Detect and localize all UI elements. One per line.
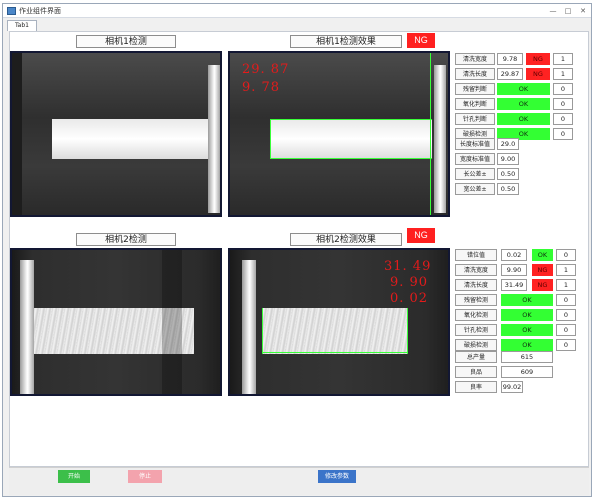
- camera1-ng-badge: NG: [407, 33, 435, 48]
- count-value: 0: [553, 113, 573, 125]
- camera2-result-image: 31. 49 9. 90 0. 02: [228, 248, 450, 396]
- minimize-button[interactable]: —: [546, 6, 560, 16]
- status-indicator: OK: [501, 294, 553, 306]
- metric-label: 清洗长度: [455, 279, 497, 291]
- metric-value: 9.78: [497, 53, 523, 65]
- tab-tab1[interactable]: Tab1: [7, 20, 37, 31]
- camera1-edge: [12, 53, 22, 215]
- camera1-result-title: 相机1检测效果: [290, 35, 402, 48]
- metric-value: 9.90: [501, 264, 527, 276]
- status-indicator: OK: [497, 98, 550, 110]
- count-value: 0: [553, 83, 573, 95]
- count-value: 0: [556, 309, 576, 321]
- status-indicator: OK: [497, 113, 550, 125]
- param-label: 宽公差±: [455, 183, 495, 195]
- status-indicator: NG: [526, 68, 550, 80]
- camera2-offset-readout: 0. 02: [390, 291, 429, 306]
- camera1-length-readout: 29. 87: [242, 62, 290, 77]
- camera1-result-strip: [270, 119, 432, 159]
- status-indicator: OK: [497, 83, 550, 95]
- status-indicator: OK: [501, 309, 553, 321]
- camera2-result-roller: [242, 260, 256, 394]
- count-value: 1: [553, 53, 573, 65]
- metric-label: 破损检测: [455, 339, 497, 351]
- count-value: 0: [556, 249, 576, 261]
- metric-value: 0.02: [501, 249, 527, 261]
- status-indicator: NG: [532, 279, 553, 291]
- camera2-result-strip: [262, 308, 408, 354]
- param-input[interactable]: 9.00: [497, 153, 519, 165]
- count-value: 1: [556, 264, 576, 276]
- metric-value: 29.87: [497, 68, 523, 80]
- count-value: 0: [556, 324, 576, 336]
- maximize-button[interactable]: □: [561, 6, 575, 16]
- param-input[interactable]: 0.50: [497, 183, 519, 195]
- status-indicator: NG: [532, 264, 553, 276]
- camera2-image: [10, 248, 222, 396]
- count-value: 0: [553, 98, 573, 110]
- metric-label: 错位值: [455, 249, 497, 261]
- metric-label: 清洗宽度: [455, 264, 497, 276]
- metric-label: 针孔判断: [455, 113, 495, 125]
- camera1-detect-title: 相机1检测: [76, 35, 176, 48]
- param-label: 长度标准值: [455, 138, 495, 150]
- count-value: 1: [556, 279, 576, 291]
- camera1-detect-edge-line: [430, 53, 431, 215]
- param-input[interactable]: 29.0: [497, 138, 519, 150]
- camera1-detect-box-top: [270, 119, 432, 120]
- metric-label: 氧化检测: [455, 309, 497, 321]
- camera1-width-readout: 9. 78: [242, 80, 281, 95]
- stat-value: 615: [501, 351, 553, 363]
- stat-label: 良品: [455, 366, 497, 378]
- param-input[interactable]: 0.50: [497, 168, 519, 180]
- camera2-detect-box-right: [407, 308, 408, 354]
- metric-label: 残留判断: [455, 83, 495, 95]
- camera2-ng-badge: NG: [407, 228, 435, 243]
- camera1-result-roller: [434, 65, 446, 213]
- camera1-detect-box-left: [270, 119, 271, 159]
- status-indicator: NG: [526, 53, 550, 65]
- camera1-foil-strip: [52, 119, 214, 159]
- param-label: 宽度标准值: [455, 153, 495, 165]
- metric-label: 清洗长度: [455, 68, 495, 80]
- app-icon: [7, 7, 16, 15]
- stat-value: 609: [501, 366, 553, 378]
- camera2-length-readout: 31. 49: [384, 259, 432, 274]
- param-label: 长公差±: [455, 168, 495, 180]
- metric-label: 残留检测: [455, 294, 497, 306]
- close-button[interactable]: ✕: [576, 6, 590, 16]
- metric-label: 氧化判断: [455, 98, 495, 110]
- status-indicator: OK: [501, 324, 553, 336]
- start-button[interactable]: 开始: [58, 470, 90, 483]
- camera1-image: [10, 51, 222, 217]
- status-indicator: OK: [532, 249, 553, 261]
- title-bar: 作业组件界面 — □ ✕: [3, 4, 591, 18]
- modify-params-button[interactable]: 修改参数: [318, 470, 356, 483]
- status-indicator: OK: [501, 339, 553, 351]
- count-value: 1: [553, 68, 573, 80]
- metric-label: 清洗宽度: [455, 53, 495, 65]
- stat-label: 总产量: [455, 351, 497, 363]
- button-bar: [9, 467, 589, 495]
- camera1-roller: [208, 65, 220, 213]
- camera2-width-readout: 9. 90: [390, 275, 429, 290]
- camera2-roller: [20, 260, 34, 394]
- camera1-detect-box-bottom: [270, 158, 432, 159]
- camera2-detect-box-left: [262, 308, 263, 354]
- count-value: 0: [556, 339, 576, 351]
- stop-button[interactable]: 停止: [128, 470, 162, 483]
- camera2-result-title: 相机2检测效果: [290, 233, 402, 246]
- metric-value: 31.49: [501, 279, 527, 291]
- count-value: 0: [556, 294, 576, 306]
- window-title: 作业组件界面: [19, 7, 61, 15]
- count-value: 0: [553, 128, 573, 140]
- camera2-shadow: [162, 250, 182, 394]
- stat-label: 良率: [455, 381, 497, 393]
- camera2-detect-box-bottom: [262, 352, 408, 353]
- stat-value: 99.02: [501, 381, 523, 393]
- camera2-detect-title: 相机2检测: [76, 233, 176, 246]
- camera1-result-image: 29. 87 9. 78: [228, 51, 450, 217]
- metric-label: 针孔检测: [455, 324, 497, 336]
